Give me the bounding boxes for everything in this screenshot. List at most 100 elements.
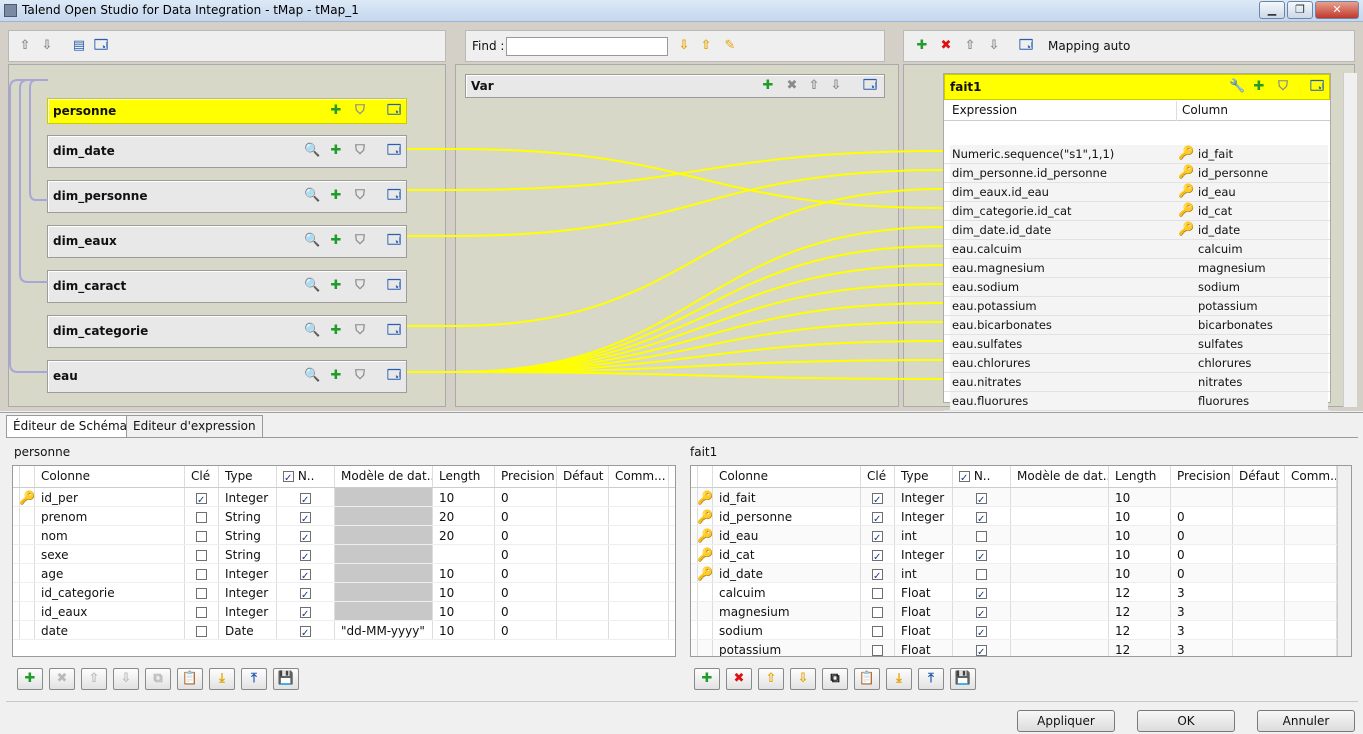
precision-cell[interactable]: 0 bbox=[495, 621, 557, 639]
nullable-checkbox[interactable] bbox=[300, 491, 311, 506]
type-cell[interactable]: Float bbox=[895, 602, 953, 620]
default-cell[interactable] bbox=[1233, 602, 1285, 620]
column-header[interactable]: Length bbox=[433, 466, 495, 487]
table-row[interactable]: 🔑 id_per Integer 10 0 bbox=[13, 488, 675, 507]
comment-cell[interactable] bbox=[609, 583, 669, 601]
select-all-checkbox[interactable] bbox=[959, 469, 970, 487]
type-cell[interactable]: Integer bbox=[219, 583, 277, 601]
move-down-button[interactable]: ⇩ bbox=[790, 668, 816, 690]
add-column-button[interactable]: ✚ bbox=[17, 668, 43, 690]
default-cell[interactable] bbox=[557, 507, 609, 525]
column-header[interactable]: Length bbox=[1109, 466, 1171, 487]
comment-cell[interactable] bbox=[1285, 583, 1337, 601]
type-cell[interactable]: int bbox=[895, 564, 953, 582]
nullable-checkbox[interactable] bbox=[300, 605, 311, 620]
comment-cell[interactable] bbox=[609, 526, 669, 544]
nullable-cell[interactable] bbox=[277, 526, 335, 544]
column-header[interactable]: Modèle de dat... bbox=[335, 466, 433, 487]
nullable-cell[interactable] bbox=[953, 602, 1011, 620]
nullable-checkbox[interactable] bbox=[300, 510, 311, 525]
table-row[interactable]: 🔑 id_personne Integer 10 0 bbox=[691, 507, 1351, 526]
key-checkbox[interactable] bbox=[872, 510, 883, 525]
date-pattern-cell[interactable] bbox=[1011, 640, 1109, 656]
table-row[interactable]: date Date "dd-MM-yyyy" 10 0 bbox=[13, 621, 675, 640]
default-cell[interactable] bbox=[1233, 545, 1285, 563]
column-name-cell[interactable]: id_eaux bbox=[35, 602, 185, 620]
date-pattern-cell[interactable] bbox=[1011, 621, 1109, 639]
precision-cell[interactable]: 0 bbox=[1171, 526, 1233, 544]
column-header[interactable]: N.. bbox=[953, 466, 1011, 487]
column-header[interactable]: Clé bbox=[185, 466, 219, 487]
add-column-button[interactable]: ✚ bbox=[694, 668, 720, 690]
save-button[interactable]: 💾 bbox=[950, 668, 976, 690]
column-name-cell[interactable]: id_eau bbox=[713, 526, 861, 544]
table-row[interactable]: 🔑 id_eau int 10 0 bbox=[691, 526, 1351, 545]
date-pattern-cell[interactable] bbox=[335, 488, 433, 506]
table-row[interactable]: prenom String 20 0 bbox=[13, 507, 675, 526]
date-pattern-cell[interactable] bbox=[1011, 583, 1109, 601]
precision-cell[interactable]: 0 bbox=[495, 488, 557, 506]
precision-cell[interactable] bbox=[1171, 488, 1233, 506]
remove-column-button[interactable]: ✖ bbox=[726, 668, 752, 690]
nullable-checkbox[interactable] bbox=[976, 548, 987, 563]
nullable-checkbox[interactable] bbox=[300, 567, 311, 582]
paste-button[interactable]: 📋 bbox=[854, 668, 880, 690]
table-row[interactable]: calcuim Float 12 3 bbox=[691, 583, 1351, 602]
key-cell[interactable] bbox=[185, 602, 219, 620]
apply-button[interactable]: Appliquer bbox=[1017, 710, 1115, 732]
date-pattern-cell[interactable] bbox=[1011, 564, 1109, 582]
comment-cell[interactable] bbox=[1285, 602, 1337, 620]
date-pattern-cell[interactable]: "dd-MM-yyyy" bbox=[335, 621, 433, 639]
default-cell[interactable] bbox=[1233, 621, 1285, 639]
column-header[interactable]: Modèle de dat... bbox=[1011, 466, 1109, 487]
type-cell[interactable]: Integer bbox=[895, 507, 953, 525]
type-cell[interactable]: Date bbox=[219, 621, 277, 639]
column-name-cell[interactable]: id_personne bbox=[713, 507, 861, 525]
tab-schema-editor[interactable]: Éditeur de Schéma bbox=[6, 415, 135, 437]
table-row[interactable]: id_categorie Integer 10 0 bbox=[13, 583, 675, 602]
key-cell[interactable] bbox=[861, 640, 895, 656]
key-cell[interactable] bbox=[861, 564, 895, 582]
column-name-cell[interactable]: age bbox=[35, 564, 185, 582]
nullable-checkbox[interactable] bbox=[976, 624, 987, 639]
type-cell[interactable]: int bbox=[895, 526, 953, 544]
length-cell[interactable]: 10 bbox=[1109, 488, 1171, 506]
precision-cell[interactable]: 3 bbox=[1171, 621, 1233, 639]
column-header[interactable]: Défaut bbox=[1233, 466, 1285, 487]
key-cell[interactable] bbox=[185, 526, 219, 544]
nullable-cell[interactable] bbox=[953, 488, 1011, 506]
key-checkbox[interactable] bbox=[196, 512, 207, 523]
length-cell[interactable]: 20 bbox=[433, 507, 495, 525]
schema-scrollbar[interactable] bbox=[1337, 466, 1351, 656]
column-name-cell[interactable]: magnesium bbox=[713, 602, 861, 620]
length-cell[interactable]: 10 bbox=[433, 488, 495, 506]
key-cell[interactable] bbox=[861, 488, 895, 506]
column-header[interactable]: Precision bbox=[495, 466, 557, 487]
nullable-checkbox[interactable] bbox=[300, 548, 311, 563]
precision-cell[interactable]: 0 bbox=[495, 526, 557, 544]
precision-cell[interactable]: 3 bbox=[1171, 602, 1233, 620]
comment-cell[interactable] bbox=[1285, 621, 1337, 639]
move-up-button[interactable]: ⇧ bbox=[758, 668, 784, 690]
maximize-button[interactable]: ❐ bbox=[1287, 1, 1313, 19]
table-row[interactable]: 🔑 id_fait Integer 10 bbox=[691, 488, 1351, 507]
precision-cell[interactable]: 0 bbox=[495, 545, 557, 563]
column-name-cell[interactable]: id_fait bbox=[713, 488, 861, 506]
table-row[interactable]: magnesium Float 12 3 bbox=[691, 602, 1351, 621]
precision-cell[interactable]: 0 bbox=[1171, 507, 1233, 525]
type-cell[interactable]: Float bbox=[895, 583, 953, 601]
remove-column-button[interactable]: ✖ bbox=[49, 668, 75, 690]
type-cell[interactable]: Integer bbox=[219, 602, 277, 620]
column-header[interactable]: Défaut bbox=[557, 466, 609, 487]
default-cell[interactable] bbox=[557, 602, 609, 620]
export-button[interactable]: ⤒ bbox=[241, 668, 267, 690]
precision-cell[interactable]: 3 bbox=[1171, 583, 1233, 601]
key-checkbox[interactable] bbox=[196, 569, 207, 580]
save-button[interactable]: 💾 bbox=[273, 668, 299, 690]
nullable-cell[interactable] bbox=[953, 564, 1011, 582]
date-pattern-cell[interactable] bbox=[1011, 526, 1109, 544]
default-cell[interactable] bbox=[1233, 507, 1285, 525]
key-cell[interactable] bbox=[861, 583, 895, 601]
nullable-checkbox[interactable] bbox=[300, 586, 311, 601]
table-row[interactable]: age Integer 10 0 bbox=[13, 564, 675, 583]
